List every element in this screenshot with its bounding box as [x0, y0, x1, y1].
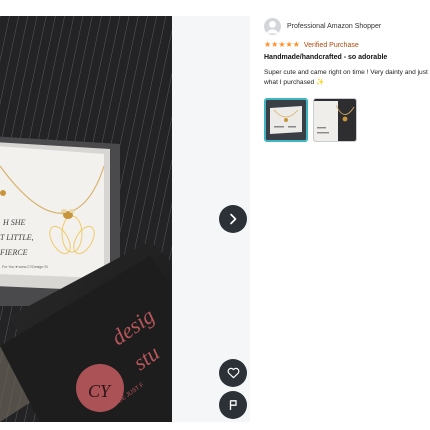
- flag-icon: [229, 400, 237, 410]
- star-rating: ★ ★ ★ ★ ★: [264, 41, 300, 49]
- verified-purchase-badge: Verified Purchase: [303, 41, 359, 49]
- review-panel: Professional Amazon Shopper ★ ★ ★ ★ ★ Ve…: [264, 17, 430, 142]
- heart-icon: [227, 367, 239, 379]
- next-image-button[interactable]: [219, 205, 247, 233]
- reviewer-row: Professional Amazon Shopper: [264, 17, 430, 35]
- user-silhouette-icon: [266, 20, 279, 33]
- review-photo: H SHE T LITTLE, FIERCE For You ♥ www.CYD…: [0, 16, 172, 422]
- review-thumbnails: [264, 98, 430, 142]
- star-icon: ★: [292, 40, 300, 49]
- card-text-line2: T LITTLE,: [0, 233, 34, 242]
- helpful-like-button[interactable]: [219, 359, 247, 387]
- card-footer-text: For You ♥ www.CYDesign.St: [2, 265, 48, 269]
- star-icon: ★: [278, 40, 286, 49]
- review-body-text: Super cute and came right on time ! Very…: [264, 69, 428, 86]
- review-thumbnail-1[interactable]: [264, 98, 308, 142]
- star-icon: ★: [264, 40, 272, 49]
- box-monogram: CY: [88, 381, 112, 401]
- star-icon: ★: [285, 40, 293, 49]
- report-button[interactable]: [219, 391, 247, 419]
- card-text-line3: FIERCE: [0, 248, 28, 257]
- review-headline: Handmade/handcrafted - so adorable: [264, 54, 388, 61]
- card-text-line1: H SHE: [2, 218, 26, 227]
- review-photo-viewer: H SHE T LITTLE, FIERCE For You ♥ www.CYD…: [0, 16, 250, 422]
- chevron-right-icon: [230, 213, 237, 225]
- review-body: Super cute and came right on time ! Very…: [264, 68, 430, 88]
- review-thumbnail-2[interactable]: [313, 98, 357, 142]
- sparkles-icon: ✨: [316, 79, 325, 86]
- reviewer-name: Professional Amazon Shopper: [287, 22, 382, 30]
- star-icon: ★: [271, 40, 279, 49]
- rating-row: ★ ★ ★ ★ ★ Verified Purchase: [264, 40, 430, 50]
- avatar: [264, 17, 281, 35]
